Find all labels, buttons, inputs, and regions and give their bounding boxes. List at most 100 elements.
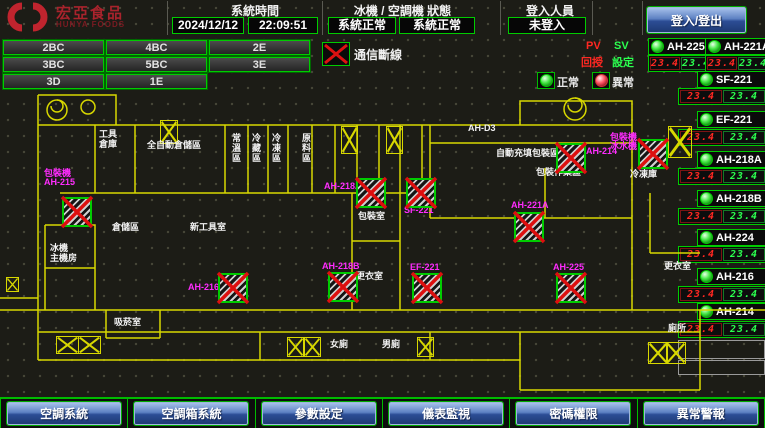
unit-status-led-icon	[708, 40, 721, 53]
abnormal-led-box	[592, 72, 610, 89]
system-time-value: 22:09:51	[248, 17, 318, 34]
unit-pv-value: 23.4	[650, 57, 680, 70]
login-logout-button[interactable]: 登入/登出	[647, 7, 746, 33]
brand-subname: HUNYA FOODS	[56, 21, 125, 29]
header-divider	[167, 1, 168, 35]
room-label: 冷凍區	[271, 133, 281, 163]
sv-sub-label: 設定	[612, 54, 634, 70]
room-label: 女廁	[330, 339, 348, 349]
room-label: 自動充填包裝區	[496, 148, 559, 158]
header-divider	[642, 1, 643, 35]
floor-button-2BC[interactable]: 2BC	[3, 40, 104, 55]
nav-cell: 儀表監視	[383, 399, 510, 428]
room-label: 倉儲區	[112, 222, 139, 232]
unit-status-led-icon	[651, 40, 664, 53]
floor-button-2E[interactable]: 2E	[209, 40, 310, 55]
device-label-AH-221A: AH-221A	[511, 201, 549, 210]
normal-led-box	[537, 72, 555, 89]
nav-button-異常警報[interactable]: 異常警報	[644, 402, 758, 425]
ahu-status: 系統正常	[399, 17, 475, 34]
nav-button-空調系統[interactable]: 空調系統	[7, 402, 121, 425]
stair-spiral-icon	[81, 100, 95, 114]
hmi-screen: { "header": { "brand": "宏亞食品", "brand_su…	[0, 0, 765, 426]
elevator-shaft-icon	[648, 342, 668, 364]
logo-icon	[6, 2, 50, 32]
device-comm-loss-icon-AH-218A[interactable]	[356, 178, 386, 208]
elevator-shaft-icon	[78, 336, 101, 354]
floor-button-4BC[interactable]: 4BC	[106, 40, 207, 55]
company-logo: 宏亞食品 HUNYA FOODS	[6, 2, 125, 32]
login-user-value: 未登入	[508, 17, 586, 34]
floor-buttons: 2BC4BC2E 3BC5BC3E 3D1E	[3, 40, 310, 89]
room-label: 冰機主機房	[50, 243, 77, 263]
device-comm-loss-icon-AH-216[interactable]	[218, 273, 248, 303]
header-divider	[322, 1, 323, 35]
floor-button-3E[interactable]: 3E	[209, 57, 310, 72]
device-comm-loss-icon-AH-214[interactable]	[556, 143, 586, 173]
elevator-shaft-icon	[386, 126, 403, 154]
room-label: 更衣室	[356, 271, 383, 281]
header-divider	[592, 1, 593, 35]
nav-cell: 空調箱系統	[128, 399, 255, 428]
unit-button-SF-221[interactable]: SF-221	[697, 71, 765, 88]
room-label: 冷藏區	[251, 133, 261, 163]
device-comm-loss-icon-AH-225[interactable]	[556, 273, 586, 303]
comm-loss-icon	[322, 42, 350, 66]
unit-sv-value: 23.4	[738, 57, 765, 70]
unit-name: AH-221A	[724, 41, 765, 53]
room-label: 常溫區	[231, 133, 241, 163]
nav-button-參數設定[interactable]: 參數設定	[262, 402, 376, 425]
comm-loss-label: 通信斷線	[354, 46, 402, 63]
abnormal-label: 異常	[612, 74, 634, 90]
unit-button-AH-225[interactable]: AH-225	[648, 38, 707, 55]
room-label: 更衣室	[664, 261, 691, 271]
room-label: 吸菸室	[114, 317, 141, 327]
abnormal-led-icon	[595, 74, 608, 87]
floor-map: 工具倉庫全自動倉儲區常溫區冷藏區冷凍區原料區AH-D3自動充填包裝區包裝作業區冷…	[0, 93, 765, 398]
pv-sub-label: 回授	[581, 54, 603, 70]
floor-button-1E[interactable]: 1E	[106, 74, 207, 89]
elevator-shaft-icon	[56, 336, 79, 354]
elevator-shaft-icon	[6, 277, 19, 292]
nav-cell: 空調系統	[0, 399, 128, 428]
floor-button-3BC[interactable]: 3BC	[3, 57, 104, 72]
brand-name: 宏亞食品	[56, 6, 125, 21]
device-label-冰水機: 包裝機冰水機	[610, 133, 637, 151]
unit-values-AH-221A: 23.423.4	[705, 55, 765, 72]
floor-button-3D[interactable]: 3D	[3, 74, 104, 89]
elevator-shaft-icon	[287, 337, 304, 357]
elevator-shaft-icon	[417, 337, 434, 357]
elevator-shaft-icon	[341, 126, 358, 154]
unit-button-AH-221A[interactable]: AH-221A	[705, 38, 765, 55]
elevator-shaft-icon	[666, 342, 686, 364]
nav-button-密碼權限[interactable]: 密碼權限	[516, 402, 630, 425]
room-label: 工具倉庫	[99, 129, 117, 149]
room-label: 原料區	[301, 133, 311, 163]
room-label: 包裝室	[358, 211, 385, 221]
nav-cell: 異常警報	[638, 399, 765, 428]
nav-cell: 密碼權限	[510, 399, 637, 428]
device-comm-loss-icon-AH-215[interactable]	[62, 197, 92, 227]
unit-name: SF-221	[716, 74, 752, 86]
pv-label: PV	[586, 40, 601, 52]
nav-button-儀表監視[interactable]: 儀表監視	[389, 402, 503, 425]
header-divider	[500, 1, 501, 35]
nav-button-空調箱系統[interactable]: 空調箱系統	[134, 402, 248, 425]
room-label: 新工具室	[190, 222, 226, 232]
device-comm-loss-icon-AH-218B[interactable]	[328, 272, 358, 302]
device-label-AH-215: 包裝機AH-215	[44, 169, 75, 187]
unit-values-AH-225: 23.423.4	[648, 55, 707, 72]
elevator-shaft-icon	[668, 126, 692, 158]
bottom-nav: 空調系統空調箱系統參數設定儀表監視密碼權限異常警報	[0, 397, 765, 428]
device-label-AH-216: AH-216	[188, 283, 219, 292]
sv-label: SV	[614, 40, 629, 52]
device-comm-loss-icon-AH-221A[interactable]	[514, 212, 544, 242]
device-comm-loss-icon-冰水機[interactable]	[638, 139, 668, 169]
normal-led-icon	[540, 74, 553, 87]
header-bar: 宏亞食品 HUNYA FOODS 系統時間 2024/12/12 22:09:5…	[0, 0, 765, 36]
chiller-status: 系統正常	[328, 17, 396, 34]
floor-button-5BC[interactable]: 5BC	[106, 57, 207, 72]
system-date-value: 2024/12/12	[172, 17, 244, 34]
device-comm-loss-icon-SF-221[interactable]	[406, 178, 436, 208]
device-comm-loss-icon-EF-221[interactable]	[412, 273, 442, 303]
